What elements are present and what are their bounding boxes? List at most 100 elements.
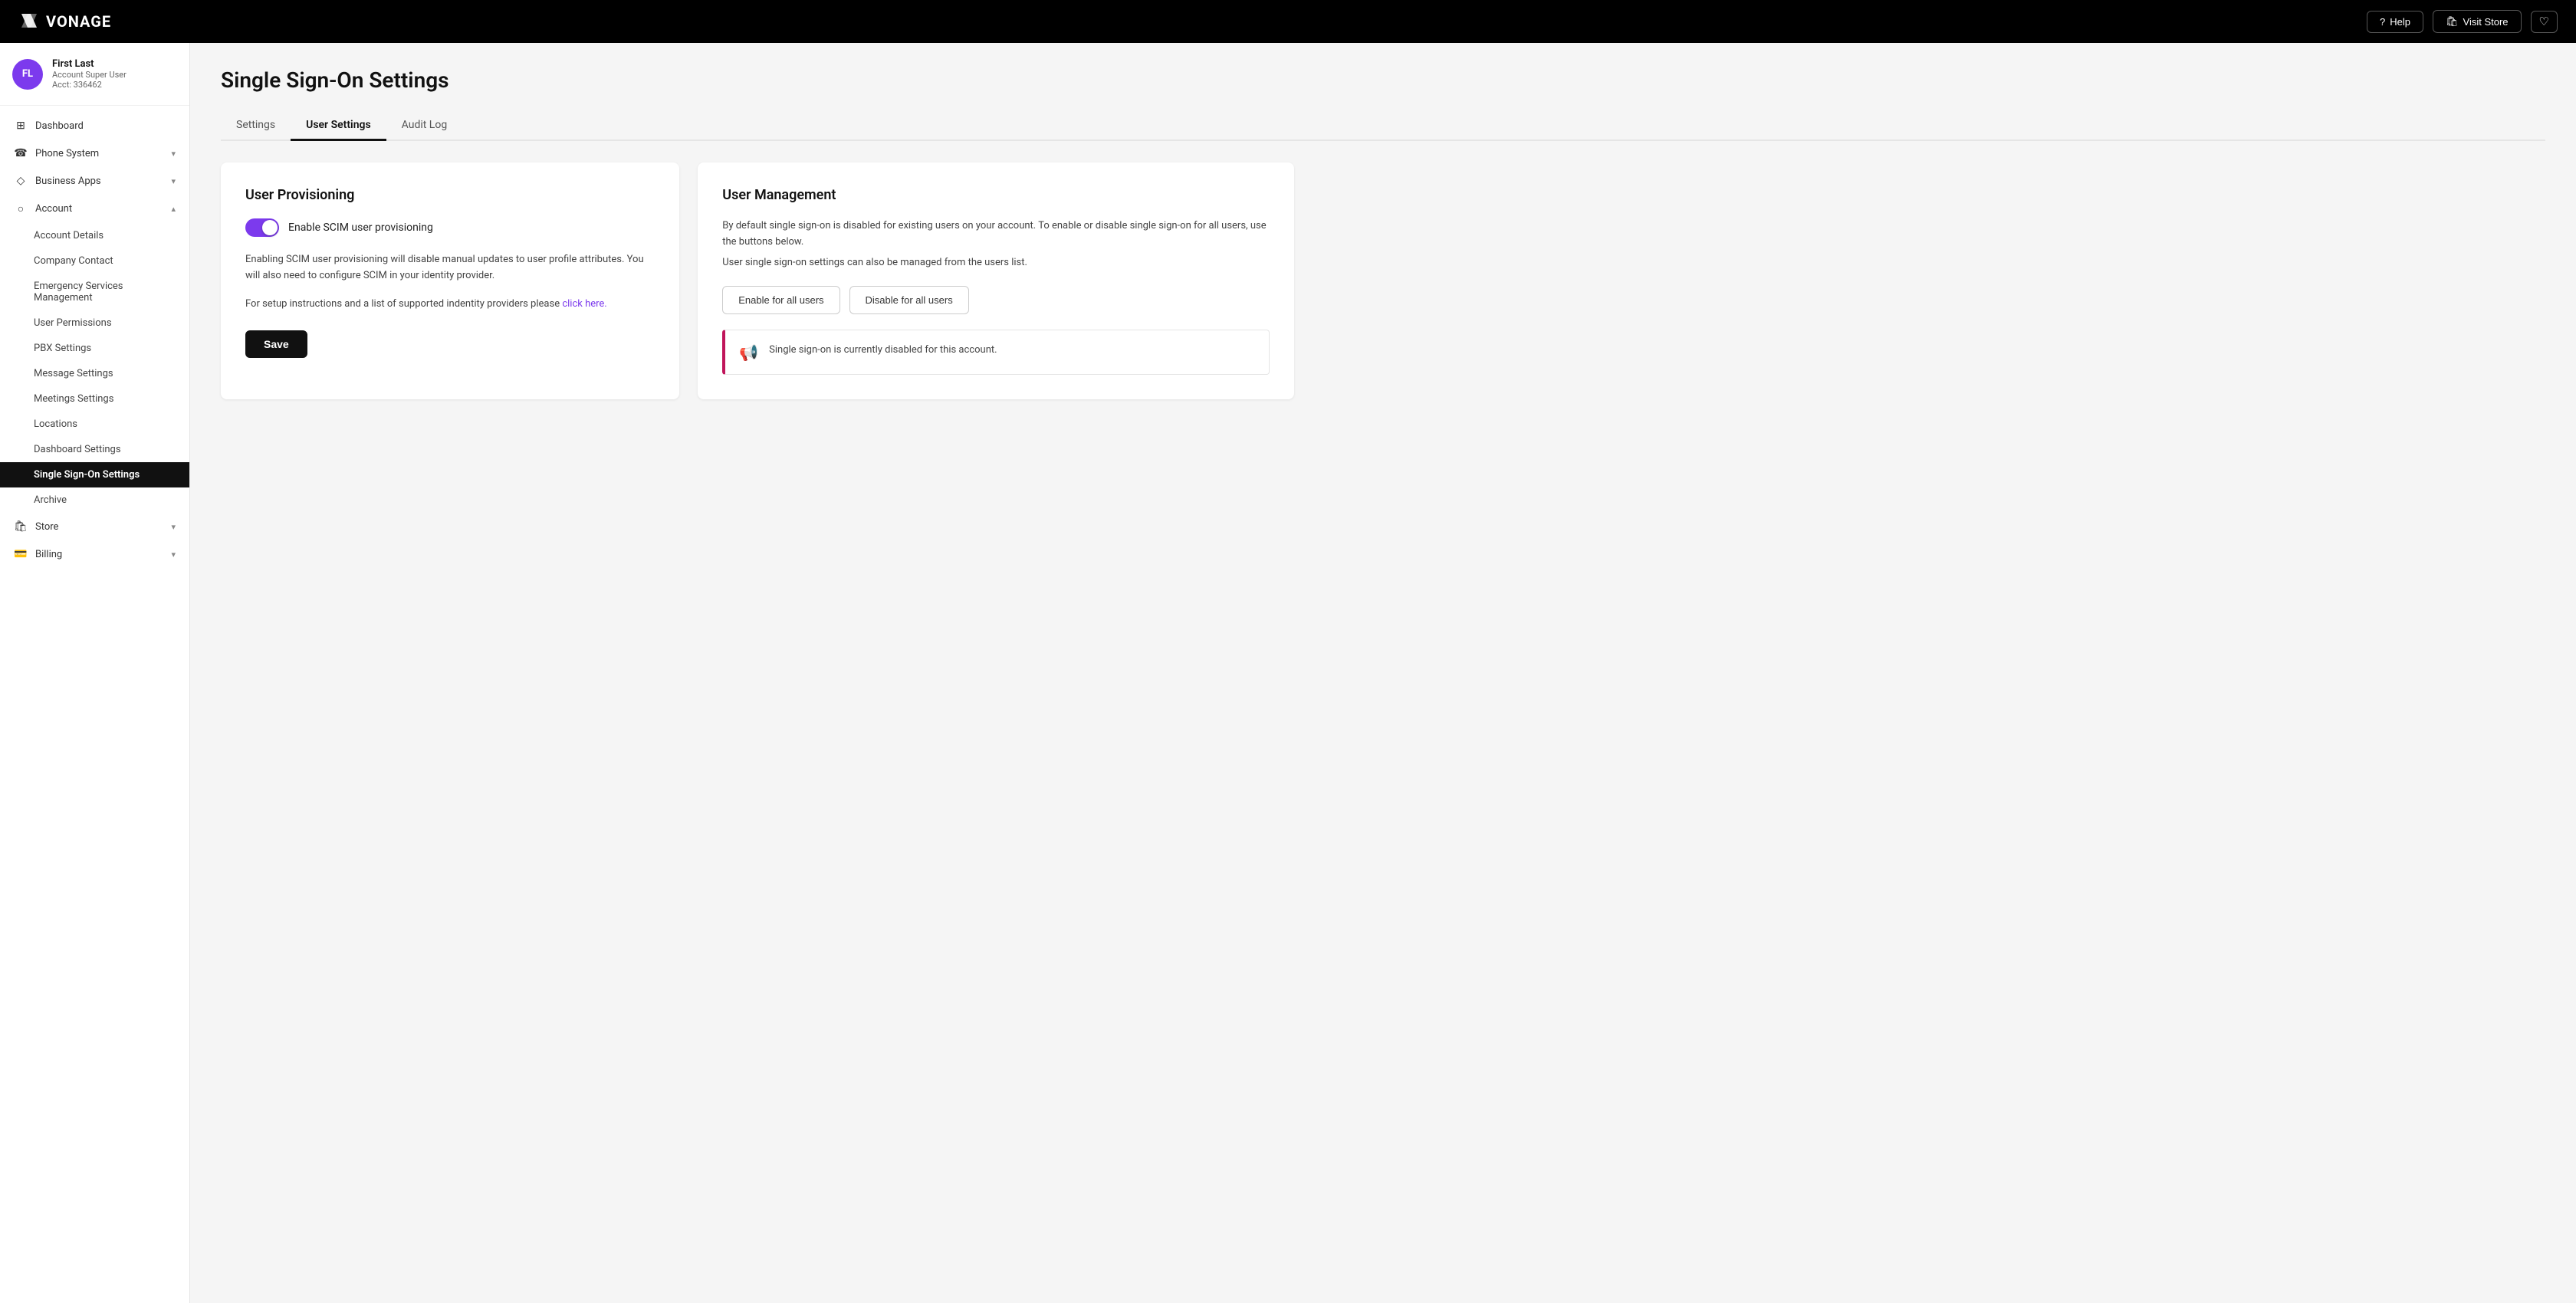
subnav-label: Meetings Settings <box>34 393 113 405</box>
enable-all-users-button[interactable]: Enable for all users <box>722 286 840 314</box>
vonage-logo[interactable]: VONAGE <box>18 11 111 32</box>
sidebar-item-account-details[interactable]: Account Details <box>0 223 189 248</box>
page-title: Single Sign-On Settings <box>221 67 2545 93</box>
sidebar-item-meetings-settings[interactable]: Meetings Settings <box>0 386 189 412</box>
phone-icon: ☎ <box>14 147 28 159</box>
user-management-title: User Management <box>722 187 1270 203</box>
tab-bar: Settings User Settings Audit Log <box>221 111 2545 141</box>
heart-icon: ♡ <box>2539 15 2549 28</box>
chevron-down-icon: ▾ <box>171 550 176 560</box>
sidebar-item-locations[interactable]: Locations <box>0 412 189 437</box>
sidebar: FL First Last Account Super User Acct: 3… <box>0 43 190 1303</box>
chevron-up-icon: ▴ <box>171 204 176 214</box>
toggle-knob <box>262 220 278 235</box>
toggle-label: Enable SCIM user provisioning <box>288 222 433 234</box>
sidebar-item-company-contact[interactable]: Company Contact <box>0 248 189 274</box>
management-description: By default single sign-on is disabled fo… <box>722 218 1270 251</box>
store-icon: 🛍 <box>14 520 28 533</box>
favorites-button[interactable]: ♡ <box>2531 11 2558 33</box>
management-btn-row: Enable for all users Disable for all use… <box>722 286 1270 314</box>
top-navigation: VONAGE ? Help 🛍 Visit Store ♡ <box>0 0 2576 43</box>
provisioning-description: Enabling SCIM user provisioning will dis… <box>245 252 655 284</box>
toggle-row: Enable SCIM user provisioning <box>245 218 655 237</box>
sidebar-item-billing[interactable]: 💳 Billing ▾ <box>0 540 189 568</box>
instructions-prefix: For setup instructions and a list of sup… <box>245 298 560 310</box>
sidebar-item-label: Store <box>35 521 163 533</box>
tab-label: Audit Log <box>402 119 448 131</box>
megaphone-icon: 📢 <box>739 343 758 362</box>
save-label: Save <box>264 338 289 350</box>
avatar-initials: FL <box>22 68 33 80</box>
click-here-link[interactable]: click here. <box>562 298 606 310</box>
link-label: click here. <box>562 298 606 310</box>
content-grid: User Provisioning Enable SCIM user provi… <box>221 162 1294 399</box>
user-info: First Last Account Super User Acct: 3364… <box>52 58 127 90</box>
user-account: Acct: 336462 <box>52 80 127 90</box>
tab-label: User Settings <box>306 119 371 131</box>
status-banner: 📢 Single sign-on is currently disabled f… <box>722 330 1270 375</box>
sidebar-item-label: Phone System <box>35 148 163 159</box>
disable-all-users-button[interactable]: Disable for all users <box>849 286 969 314</box>
sidebar-item-pbx-settings[interactable]: PBX Settings <box>0 336 189 361</box>
sidebar-item-dashboard-settings[interactable]: Dashboard Settings <box>0 437 189 462</box>
user-role: Account Super User <box>52 70 127 80</box>
vonage-wordmark: VONAGE <box>46 12 111 31</box>
subnav-label: PBX Settings <box>34 343 91 354</box>
store-icon: 🛍 <box>2446 15 2459 28</box>
tab-settings[interactable]: Settings <box>221 111 291 141</box>
visit-store-button[interactable]: 🛍 Visit Store <box>2433 10 2522 33</box>
sidebar-item-label: Billing <box>35 549 163 560</box>
tab-label: Settings <box>236 119 275 131</box>
scim-toggle[interactable] <box>245 218 279 237</box>
subnav-label: Emergency Services Management <box>34 281 176 304</box>
sidebar-item-sso-settings[interactable]: Single Sign-On Settings <box>0 462 189 487</box>
sidebar-item-phone-system[interactable]: ☎ Phone System ▾ <box>0 139 189 167</box>
main-nav: ⊞ Dashboard ☎ Phone System ▾ ◇ Business … <box>0 106 189 574</box>
subnav-label: User Permissions <box>34 317 112 329</box>
user-provisioning-card: User Provisioning Enable SCIM user provi… <box>221 162 679 399</box>
dashboard-icon: ⊞ <box>14 120 28 132</box>
subnav-label: Message Settings <box>34 368 113 379</box>
sidebar-item-user-permissions[interactable]: User Permissions <box>0 310 189 336</box>
help-label: Help <box>2390 16 2410 28</box>
card-title: User Provisioning <box>245 187 655 203</box>
account-icon: ○ <box>14 202 28 215</box>
billing-icon: 💳 <box>14 548 28 560</box>
sidebar-item-label: Business Apps <box>35 176 163 187</box>
user-profile-section: FL First Last Account Super User Acct: 3… <box>0 43 189 106</box>
tab-audit-log[interactable]: Audit Log <box>386 111 463 141</box>
sidebar-item-archive[interactable]: Archive <box>0 487 189 513</box>
sidebar-item-store[interactable]: 🛍 Store ▾ <box>0 513 189 540</box>
enable-label: Enable for all users <box>738 294 823 306</box>
sidebar-item-account[interactable]: ○ Account ▴ <box>0 195 189 223</box>
subnav-label: Dashboard Settings <box>34 444 121 455</box>
subnav-label: Archive <box>34 494 67 506</box>
sidebar-item-message-settings[interactable]: Message Settings <box>0 361 189 386</box>
setup-instructions-text: For setup instructions and a list of sup… <box>245 297 655 313</box>
tab-user-settings[interactable]: User Settings <box>291 111 386 141</box>
sidebar-item-emergency-services[interactable]: Emergency Services Management <box>0 274 189 310</box>
subnav-label: Company Contact <box>34 255 113 267</box>
chevron-down-icon: ▾ <box>171 522 176 532</box>
help-icon: ? <box>2380 16 2385 28</box>
help-button[interactable]: ? Help <box>2367 11 2423 33</box>
apps-icon: ◇ <box>14 175 28 187</box>
sidebar-item-label: Account <box>35 203 163 215</box>
sidebar-item-dashboard[interactable]: ⊞ Dashboard <box>0 112 189 139</box>
sidebar-item-business-apps[interactable]: ◇ Business Apps ▾ <box>0 167 189 195</box>
subnav-label: Locations <box>34 418 77 430</box>
management-sub-description: User single sign-on settings can also be… <box>722 255 1270 271</box>
disable-label: Disable for all users <box>866 294 953 306</box>
avatar: FL <box>12 59 43 90</box>
subnav-label: Account Details <box>34 230 104 241</box>
user-management-card: User Management By default single sign-o… <box>698 162 1294 399</box>
main-content: Single Sign-On Settings Settings User Se… <box>190 43 2576 1303</box>
sidebar-item-label: Dashboard <box>35 120 176 132</box>
chevron-down-icon: ▾ <box>171 149 176 159</box>
status-text: Single sign-on is currently disabled for… <box>769 343 997 359</box>
save-button[interactable]: Save <box>245 330 307 358</box>
subnav-label: Single Sign-On Settings <box>34 469 140 481</box>
user-name: First Last <box>52 58 127 70</box>
topnav-actions: ? Help 🛍 Visit Store ♡ <box>2367 10 2558 33</box>
chevron-down-icon: ▾ <box>171 176 176 186</box>
